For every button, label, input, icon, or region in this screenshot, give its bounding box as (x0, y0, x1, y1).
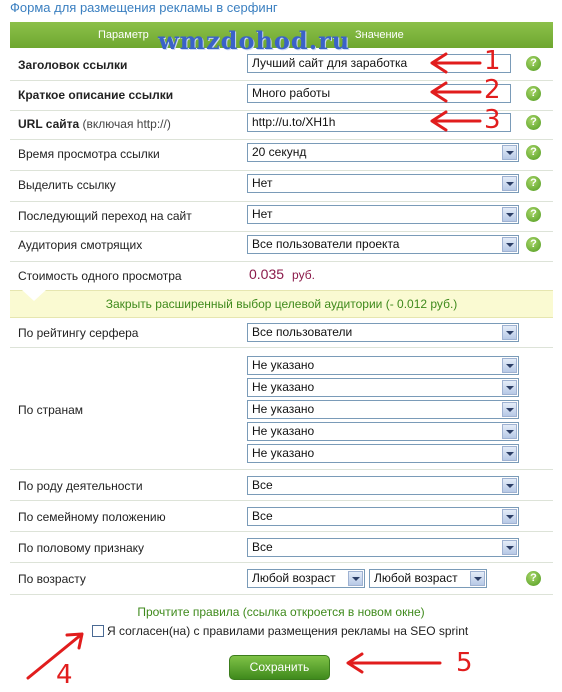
arrow-5-icon (346, 652, 442, 674)
annotation-number-3: 3 (484, 105, 501, 135)
arrow-3-icon (430, 110, 482, 132)
annotation-number-2: 2 (484, 75, 501, 105)
annotation-number-4: 4 (56, 660, 73, 690)
annotation-arrows (26, 52, 482, 680)
annotation-number-5: 5 (456, 648, 473, 678)
arrow-1-icon (430, 52, 482, 74)
arrow-4-icon (26, 632, 84, 680)
arrow-2-icon (430, 81, 482, 103)
annotation-number-1: 1 (484, 46, 501, 76)
